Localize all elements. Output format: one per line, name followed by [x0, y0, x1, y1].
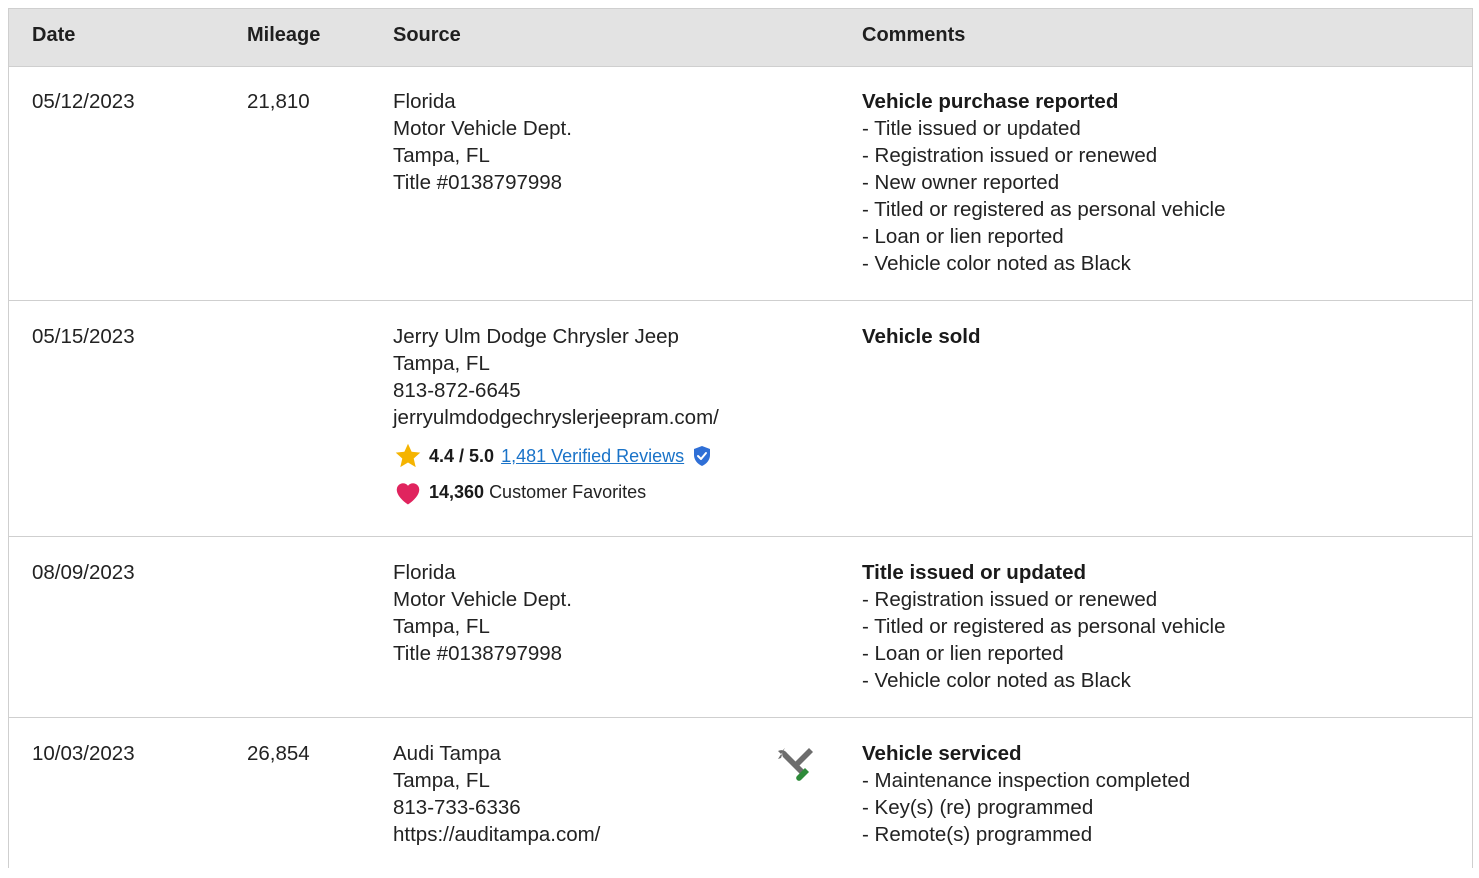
source-cell: Audi Tampa Tampa, FL 813-733-6336 https:…	[393, 740, 773, 848]
star-icon	[395, 443, 421, 468]
comment-item: - Titled or registered as personal vehic…	[862, 615, 1226, 638]
heart-icon	[396, 483, 420, 505]
verified-reviews-link[interactable]: 1,481 Verified Reviews	[501, 443, 684, 470]
verified-badge-icon	[694, 446, 711, 466]
table-row: 05/12/2023 21,810 Florida Motor Vehicle …	[9, 66, 1472, 301]
comment-item: - Loan or lien reported	[862, 642, 1064, 665]
comment-item: - New owner reported	[862, 171, 1060, 194]
table-row: 08/09/2023 Florida Motor Vehicle Dept. T…	[9, 537, 1472, 718]
dealer-website: https://auditampa.com/	[393, 823, 601, 846]
comments-cell: Vehicle serviced - Maintenance inspectio…	[862, 740, 1462, 848]
comment-item: - Titled or registered as personal vehic…	[862, 198, 1226, 221]
date-cell: 05/12/2023	[32, 90, 135, 113]
dealer-name: Jerry Ulm Dodge Chrysler Jeep	[393, 325, 679, 348]
source-line: Title #0138797998	[393, 642, 563, 665]
comment-item: - Maintenance inspection completed	[862, 769, 1191, 792]
table-row: 10/03/2023 26,854 Audi Tampa Tampa, FL 8…	[9, 718, 1472, 878]
source-line: Tampa, FL	[393, 144, 490, 167]
source-line: Motor Vehicle Dept.	[393, 117, 572, 140]
comment-item: - Vehicle color noted as Black	[862, 669, 1131, 692]
comment-item: - Vehicle color noted as Black	[862, 252, 1131, 275]
header-source: Source	[393, 24, 461, 46]
header-comments: Comments	[862, 24, 966, 46]
comment-title: Vehicle serviced	[862, 742, 1022, 765]
comment-title: Title issued or updated	[862, 561, 1087, 584]
comment-item: - Remote(s) programmed	[862, 823, 1093, 846]
rating-score: 4.4 / 5.0	[429, 445, 495, 466]
comment-item: - Loan or lien reported	[862, 225, 1064, 248]
source-line: Tampa, FL	[393, 615, 490, 638]
header-mileage: Mileage	[247, 24, 321, 46]
source-line: Motor Vehicle Dept.	[393, 588, 572, 611]
dealer-phone: 813-872-6645	[393, 379, 521, 402]
date-cell: 08/09/2023	[32, 561, 135, 584]
source-cell: Jerry Ulm Dodge Chrysler Jeep Tampa, FL …	[393, 323, 773, 505]
comment-title: Vehicle sold	[862, 325, 981, 348]
source-line: Florida	[393, 90, 456, 113]
comment-item: - Registration issued or renewed	[862, 588, 1158, 611]
comment-item: - Key(s) (re) programmed	[862, 796, 1094, 819]
dealer-rating: 4.4 / 5.0 1,481 Verified Reviews	[393, 443, 773, 469]
source-line: Florida	[393, 561, 456, 584]
comments-cell: Vehicle sold	[862, 323, 1462, 350]
vehicle-history-table: Date Mileage Source Comments 05/12/2023 …	[8, 8, 1473, 868]
comment-title: Vehicle purchase reported	[862, 90, 1119, 113]
date-cell: 05/15/2023	[32, 325, 135, 348]
comment-item: - Registration issued or renewed	[862, 144, 1158, 167]
mileage-cell: 26,854	[247, 742, 310, 765]
source-line: Tampa, FL	[393, 352, 490, 375]
dealer-phone: 813-733-6336	[393, 796, 521, 819]
dealer-website: jerryulmdodgechryslerjeepram.com/	[393, 406, 719, 429]
source-cell: Florida Motor Vehicle Dept. Tampa, FL Ti…	[393, 88, 773, 196]
source-line: Tampa, FL	[393, 769, 490, 792]
favorites-label: Customer Favorites	[489, 481, 647, 502]
comment-item: - Title issued or updated	[862, 117, 1081, 140]
table-header: Date Mileage Source Comments	[9, 9, 1472, 67]
source-line: Title #0138797998	[393, 171, 563, 194]
comments-cell: Title issued or updated - Registration i…	[862, 559, 1462, 694]
date-cell: 10/03/2023	[32, 742, 135, 765]
header-date: Date	[32, 24, 76, 46]
table-row: 05/15/2023 Jerry Ulm Dodge Chrysler Jeep…	[9, 301, 1472, 537]
favorites-count: 14,360	[429, 481, 485, 502]
comments-cell: Vehicle purchase reported - Title issued…	[862, 88, 1462, 277]
mileage-cell: 21,810	[247, 90, 310, 113]
service-tools-icon	[778, 748, 813, 781]
dealer-name: Audi Tampa	[393, 742, 501, 765]
source-cell: Florida Motor Vehicle Dept. Tampa, FL Ti…	[393, 559, 773, 667]
customer-favorites: 14,360 Customer Favorites	[393, 479, 773, 505]
